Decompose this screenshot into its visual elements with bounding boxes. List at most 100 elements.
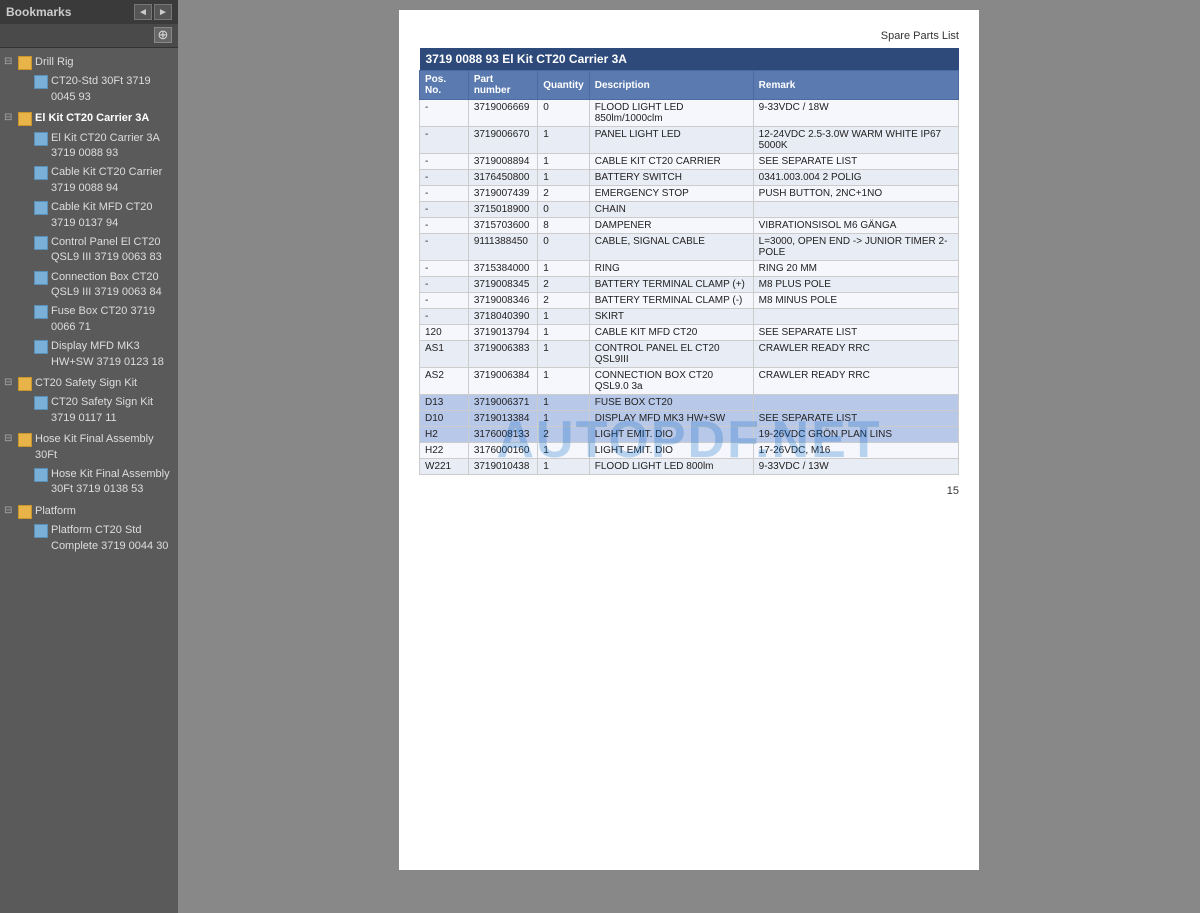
expand-button[interactable]: ►: [154, 4, 172, 20]
sidebar-item-el-kit[interactable]: ⊟ El Kit CT20 Carrier 3A: [0, 109, 178, 128]
sidebar-leaf-label: Fuse Box CT20 3719 0066 71: [51, 304, 174, 335]
cell-remark: M8 PLUS POLE: [753, 277, 958, 293]
table-row: D1037190133841DISPLAY MFD MK3 HW+SWSEE S…: [420, 411, 959, 427]
cell-desc: FLOOD LIGHT LED 800lm: [589, 459, 753, 475]
cell-pos: H22: [420, 443, 469, 459]
cell-qty: 2: [538, 277, 590, 293]
cell-pos: AS2: [420, 368, 469, 395]
cell-qty: 2: [538, 293, 590, 309]
cell-pos: -: [420, 309, 469, 325]
sidebar-item-fuse-box[interactable]: - Fuse Box CT20 3719 0066 71: [16, 302, 178, 337]
cell-desc: BATTERY TERMINAL CLAMP (-): [589, 293, 753, 309]
cell-pos: -: [420, 261, 469, 277]
table-row: -37190066690FLOOD LIGHT LED 850lm/1000cl…: [420, 100, 959, 127]
cell-pos: -: [420, 234, 469, 261]
cell-pos: -: [420, 186, 469, 202]
sidebar-item-ct20-safety-sign[interactable]: - CT20 Safety Sign Kit 3719 0117 11: [16, 393, 178, 428]
cell-qty: 1: [538, 309, 590, 325]
collapse-button[interactable]: ◄: [134, 4, 152, 20]
sidebar-item-control-panel[interactable]: - Control Panel El CT20 QSL9 III 3719 00…: [16, 233, 178, 268]
sidebar-item-ct20-safety[interactable]: ⊟ CT20 Safety Sign Kit: [0, 374, 178, 393]
doc-icon: [34, 236, 48, 250]
folder-icon: [18, 505, 32, 519]
cell-remark: [753, 202, 958, 218]
table-row: -37180403901SKIRT: [420, 309, 959, 325]
cell-remark: [753, 309, 958, 325]
cell-desc: CABLE KIT MFD CT20: [589, 325, 753, 341]
drill-rig-children: - CT20-Std 30Ft 3719 0045 93: [0, 72, 178, 107]
sidebar-item-cable-kit-ct20[interactable]: - Cable Kit CT20 Carrier 3719 0088 94: [16, 163, 178, 198]
cell-remark: M8 MINUS POLE: [753, 293, 958, 309]
cell-remark: SEE SEPARATE LIST: [753, 154, 958, 170]
cell-remark: 17-26VDC, M16: [753, 443, 958, 459]
sidebar-item-platform[interactable]: ⊟ Platform: [0, 502, 178, 521]
cell-part: 3176008133: [468, 427, 537, 443]
sidebar-item-connection-box[interactable]: - Connection Box CT20 QSL9 III 3719 0063…: [16, 268, 178, 303]
sidebar-leaf-label: Hose Kit Final Assembly 30Ft 3719 0138 5…: [51, 467, 174, 498]
sidebar-item-label: El Kit CT20 Carrier 3A: [35, 111, 149, 126]
cell-part: 3715384000: [468, 261, 537, 277]
cell-remark: L=3000, OPEN END -> JUNIOR TIMER 2-POLE: [753, 234, 958, 261]
sidebar-leaf-label: Cable Kit MFD CT20 3719 0137 94: [51, 200, 174, 231]
cell-remark: 19-26VDC GRÖN PLAN LINS: [753, 427, 958, 443]
cell-desc: BATTERY TERMINAL CLAMP (+): [589, 277, 753, 293]
table-row: H2231760001601LIGHT EMIT. DIO17-26VDC, M…: [420, 443, 959, 459]
sidebar-header: Bookmarks ◄ ►: [0, 0, 178, 24]
folder-icon: [18, 56, 32, 70]
cell-part: 3718040390: [468, 309, 537, 325]
sidebar: Bookmarks ◄ ► ⊕ ⊟ Drill Rig - CT20-Std 3…: [0, 0, 178, 913]
sidebar-item-drill-rig[interactable]: ⊟ Drill Rig: [0, 53, 178, 72]
table-row: -37190088941CABLE KIT CT20 CARRIERSEE SE…: [420, 154, 959, 170]
doc-icon: [34, 340, 48, 354]
sidebar-leaf-label: Control Panel El CT20 QSL9 III 3719 0063…: [51, 235, 174, 266]
cell-pos: -: [420, 293, 469, 309]
expand-icon: ⊟: [4, 433, 16, 444]
sidebar-item-platform-ct20[interactable]: - Platform CT20 Std Complete 3719 0044 3…: [16, 521, 178, 556]
cell-qty: 1: [538, 154, 590, 170]
sidebar-item-hose-kit[interactable]: ⊟ Hose Kit Final Assembly 30Ft: [0, 430, 178, 465]
cell-remark: [753, 395, 958, 411]
expand-icon: ⊟: [4, 56, 16, 67]
cell-pos: H2: [420, 427, 469, 443]
cell-pos: -: [420, 154, 469, 170]
cell-desc: CONTROL PANEL EL CT20 QSL9III: [589, 341, 753, 368]
table-title-row: 3719 0088 93 El Kit CT20 Carrier 3A: [420, 48, 959, 71]
sidebar-leaf-label: CT20 Safety Sign Kit 3719 0117 11: [51, 395, 174, 426]
add-bookmark-button[interactable]: ⊕: [154, 27, 172, 43]
cell-desc: PANEL LIGHT LED: [589, 127, 753, 154]
cell-part: 3719013384: [468, 411, 537, 427]
cell-qty: 2: [538, 427, 590, 443]
table-row: -37190083452BATTERY TERMINAL CLAMP (+)M8…: [420, 277, 959, 293]
sidebar-item-cable-kit-mfd[interactable]: - Cable Kit MFD CT20 3719 0137 94: [16, 198, 178, 233]
sidebar-item-hose-kit-final[interactable]: - Hose Kit Final Assembly 30Ft 3719 0138…: [16, 465, 178, 500]
sidebar-item-el-kit-carrier[interactable]: - El Kit CT20 Carrier 3A 3719 0088 93: [16, 129, 178, 164]
cell-qty: 1: [538, 341, 590, 368]
cell-desc: EMERGENCY STOP: [589, 186, 753, 202]
tree-section-drill-rig: ⊟ Drill Rig - CT20-Std 30Ft 3719 0045 93: [0, 52, 178, 108]
folder-icon: [18, 377, 32, 391]
cell-qty: 1: [538, 261, 590, 277]
sidebar-item-ct20-std[interactable]: - CT20-Std 30Ft 3719 0045 93: [16, 72, 178, 107]
cell-part: 3719008345: [468, 277, 537, 293]
platform-children: - Platform CT20 Std Complete 3719 0044 3…: [0, 521, 178, 556]
sidebar-leaf-label: Display MFD MK3 HW+SW 3719 0123 18: [51, 339, 174, 370]
folder-icon: [18, 433, 32, 447]
sidebar-leaf-label: Platform CT20 Std Complete 3719 0044 30: [51, 523, 174, 554]
doc-icon: [34, 201, 48, 215]
col-desc: Description: [589, 71, 753, 100]
cell-remark: CRAWLER READY RRC: [753, 341, 958, 368]
cell-part: 3719013794: [468, 325, 537, 341]
spare-parts-label: Spare Parts List: [419, 30, 959, 42]
ct20-safety-children: - CT20 Safety Sign Kit 3719 0117 11: [0, 393, 178, 428]
parts-tbody: -37190066690FLOOD LIGHT LED 850lm/1000cl…: [420, 100, 959, 475]
doc-icon: [34, 524, 48, 538]
sidebar-item-display-mfd[interactable]: - Display MFD MK3 HW+SW 3719 0123 18: [16, 337, 178, 372]
col-pos: Pos. No.: [420, 71, 469, 100]
cell-pos: AS1: [420, 341, 469, 368]
cell-pos: -: [420, 277, 469, 293]
cell-part: 3719006383: [468, 341, 537, 368]
sidebar-item-label: Drill Rig: [35, 55, 74, 70]
table-row: -37150189000CHAIN: [420, 202, 959, 218]
expand-icon: ⊟: [4, 505, 16, 516]
cell-qty: 8: [538, 218, 590, 234]
